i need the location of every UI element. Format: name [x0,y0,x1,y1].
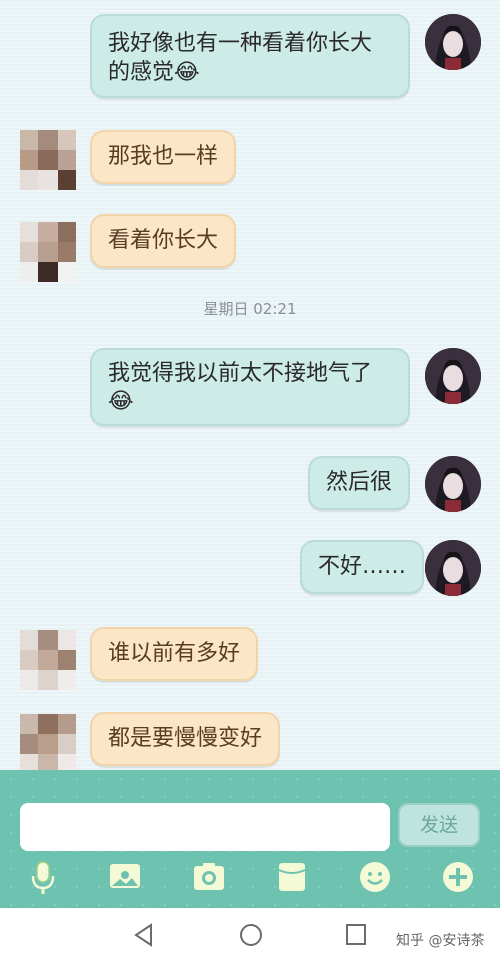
message-text: 都是要慢慢变好 [108,726,263,751]
contact-avatar[interactable] [20,222,76,282]
message-bubble-received[interactable]: 那我也一样 [90,130,237,184]
watermark: 知乎 @安诗茶 [396,933,485,949]
plus-icon[interactable] [441,860,475,894]
message-bubble-sent[interactable]: 我觉得我以前太不接地气了 😂 [90,348,410,426]
avatar-portrait-icon [425,348,481,404]
my-avatar[interactable] [425,348,481,404]
my-avatar[interactable] [425,14,481,70]
home-icon[interactable] [238,922,264,952]
message-line: 我好像也有一种看着你长大 [108,31,373,56]
sticker-icon[interactable] [275,860,309,894]
message-bubble-sent[interactable]: 然后很 [308,456,411,510]
message-bubble-sent[interactable]: 我好像也有一种看着你长大 的感觉😂 [90,14,410,98]
my-avatar[interactable] [425,540,481,596]
message-line: 我觉得我以前太不接地气了 [108,361,373,386]
message-line: 😂 [108,389,134,414]
message-line: 的感觉😂 [108,60,200,85]
message-bubble-sent[interactable]: 不好…… [300,540,425,594]
message-bubble-received[interactable]: 都是要慢慢变好 [90,712,281,766]
chat-area[interactable]: 我好像也有一种看着你长大 的感觉😂 那我也一样 看着你长大 星期日 02:21 … [0,0,500,770]
timestamp: 星期日 02:21 [203,300,297,318]
avatar-portrait-icon [425,456,481,512]
camera-icon[interactable] [192,860,226,894]
message-text: 然后很 [326,470,393,495]
avatar-portrait-icon [425,14,481,70]
contact-avatar[interactable] [20,630,76,690]
message-input[interactable] [20,803,390,851]
avatar-portrait-icon [425,540,481,596]
message-text: 看着你长大 [108,228,219,253]
emoji-icon[interactable] [358,860,392,894]
message-bubble-received[interactable]: 谁以前有多好 [90,627,259,681]
message-text: 那我也一样 [108,144,219,169]
send-button[interactable]: 发送 [398,803,480,847]
back-icon[interactable] [132,922,156,952]
contact-avatar[interactable] [20,714,76,770]
contact-avatar[interactable] [20,130,76,190]
recents-icon[interactable] [344,922,368,952]
message-bubble-received[interactable]: 看着你长大 [90,214,237,268]
message-text: 不好…… [318,554,407,579]
image-icon[interactable] [108,860,142,894]
microphone-icon[interactable] [26,860,60,894]
my-avatar[interactable] [425,456,481,512]
message-text: 谁以前有多好 [108,641,241,666]
